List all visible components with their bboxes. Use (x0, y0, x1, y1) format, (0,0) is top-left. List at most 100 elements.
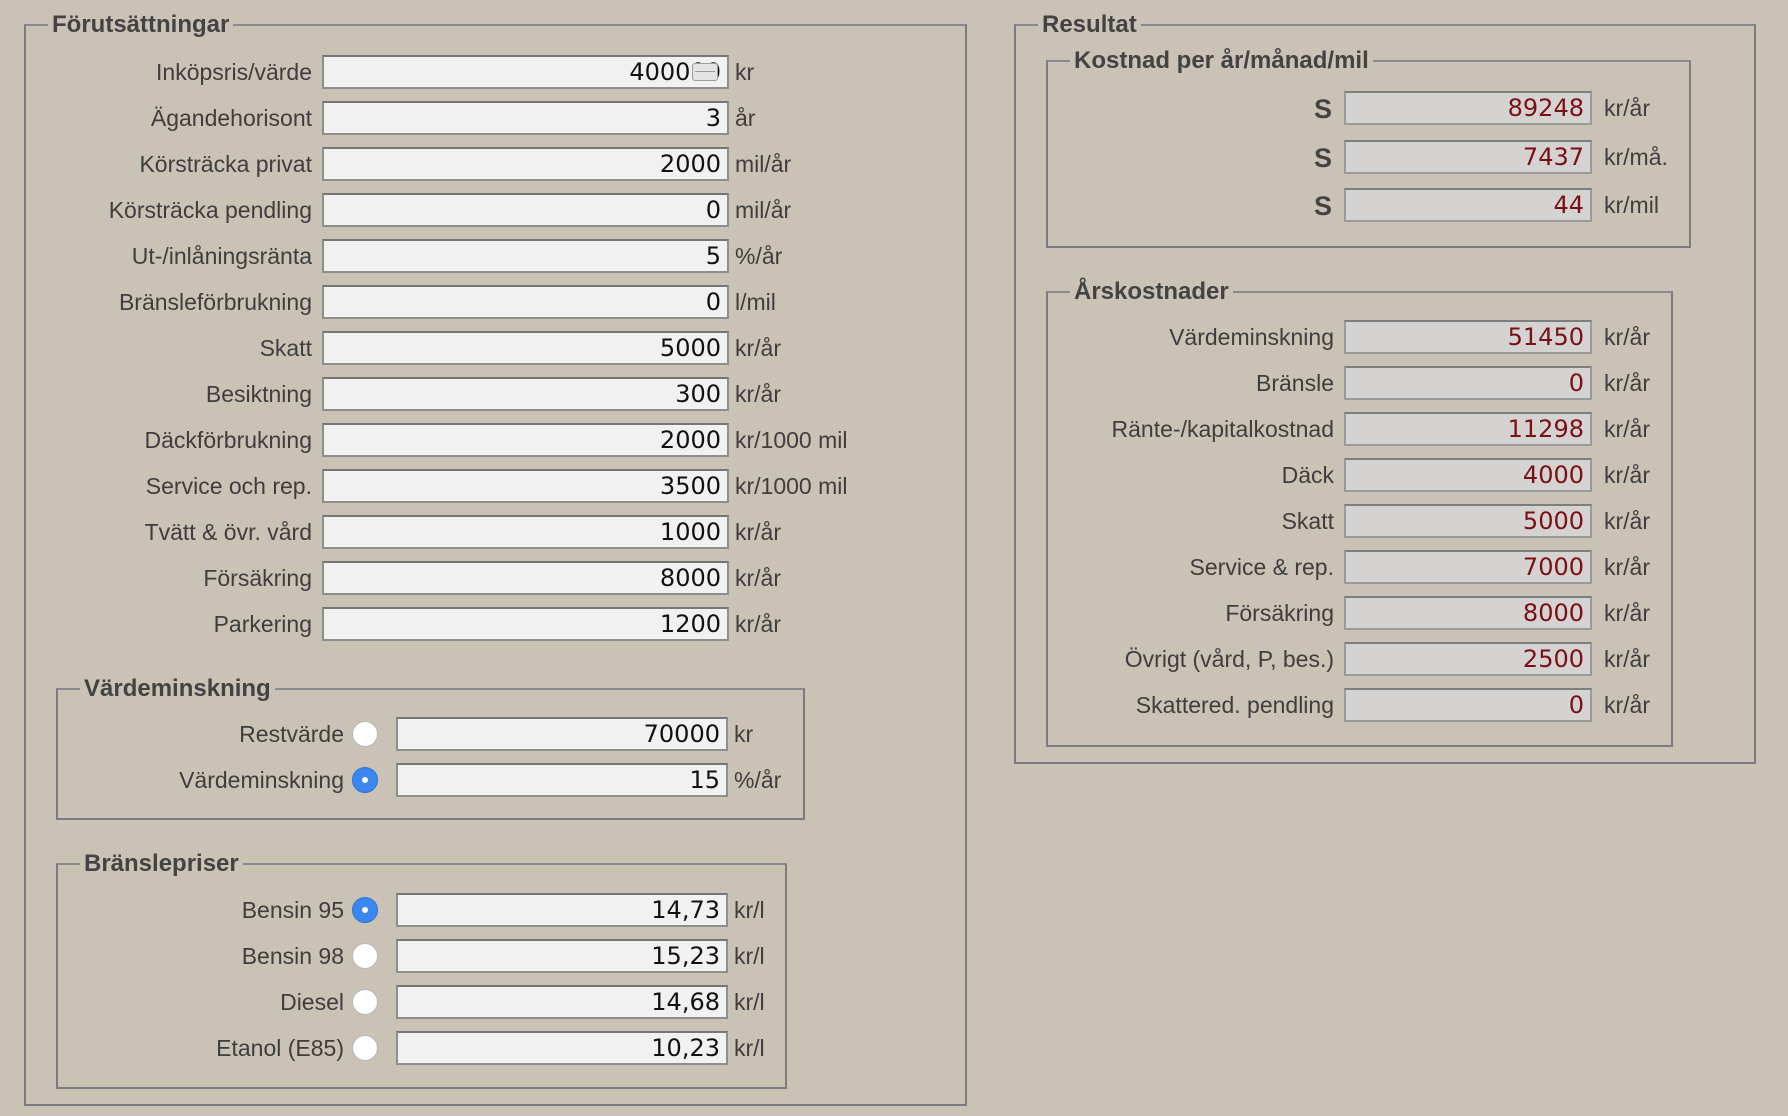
output-ars-forsakring: 8000 (1344, 596, 1592, 630)
input-dackforbrukning[interactable]: 2000 (322, 423, 729, 457)
unit-service: kr/1000 mil (735, 473, 848, 499)
spinner-icon[interactable] (692, 63, 718, 81)
unit-ars-skatt: kr/år (1604, 508, 1650, 534)
label-ars-pendling: Skattered. pendling (1135, 692, 1334, 718)
input-bensin95[interactable]: 14,73 (396, 893, 728, 927)
input-korstracka-privat[interactable]: 2000 (322, 147, 729, 181)
input-agandehorisont[interactable]: 3 (322, 101, 729, 135)
unit-kostnad-mil: kr/mil (1604, 192, 1659, 218)
unit-dackforbrukning: kr/1000 mil (735, 427, 848, 453)
label-service: Service och rep. (145, 473, 312, 499)
radio-bensin95[interactable] (352, 897, 378, 923)
label-korstracka-pendling: Körsträcka pendling (108, 197, 312, 223)
vardeminskning-fieldset: Värdeminskning (56, 675, 805, 820)
branslepriser-legend: Bränslepriser (80, 850, 243, 878)
input-vardeminskning[interactable]: 15 (396, 763, 728, 797)
label-forsakring: Försäkring (203, 565, 312, 591)
input-skatt[interactable]: 5000 (322, 331, 729, 365)
unit-ars-forsakring: kr/år (1604, 600, 1650, 626)
unit-skatt: kr/år (735, 335, 781, 361)
label-ars-forsakring: Försäkring (1225, 600, 1334, 626)
unit-kostnad-ar: kr/år (1604, 95, 1650, 121)
input-korstracka-pendling[interactable]: 0 (322, 193, 729, 227)
input-etanol[interactable]: 10,23 (396, 1031, 728, 1065)
unit-ars-vardeminskning: kr/år (1604, 324, 1650, 350)
unit-diesel: kr/l (734, 989, 765, 1015)
label-vardeminskning: Värdeminskning (179, 767, 344, 793)
input-parkering[interactable]: 1200 (322, 607, 729, 641)
label-ars-bransle: Bränsle (1256, 370, 1334, 396)
forutsattningar-legend: Förutsättningar (48, 11, 234, 39)
unit-bensin95: kr/l (734, 897, 765, 923)
label-diesel: Diesel (280, 989, 344, 1015)
unit-tvatt: kr/år (735, 519, 781, 545)
label-ars-skatt: Skatt (1281, 508, 1334, 534)
label-ranta: Ut-/inlåningsränta (131, 243, 312, 269)
sum-icon: S (1314, 143, 1333, 173)
unit-ars-ovrigt: kr/år (1604, 646, 1650, 672)
label-bransleforbrukning: Bränsleförbrukning (118, 289, 312, 315)
output-ars-skatt: 5000 (1344, 504, 1592, 538)
output-ars-bransle: 0 (1344, 366, 1592, 400)
input-inkopspris[interactable]: 400000 (322, 55, 729, 89)
unit-korstracka-privat: mil/år (735, 151, 792, 177)
label-bensin95: Bensin 95 (241, 897, 344, 923)
label-bensin98: Bensin 98 (241, 943, 344, 969)
output-kostnad-manad: 7437 (1344, 140, 1592, 174)
label-ars-ovrigt: Övrigt (vård, P, bes.) (1124, 646, 1334, 672)
label-besiktning: Besiktning (205, 381, 312, 407)
input-bensin98[interactable]: 15,23 (396, 939, 728, 973)
unit-besiktning: kr/år (735, 381, 781, 407)
radio-bensin98[interactable] (352, 943, 378, 969)
radio-vardeminskning[interactable] (352, 767, 378, 793)
unit-vardeminskning: %/år (734, 767, 782, 793)
unit-ars-dack: kr/år (1604, 462, 1650, 488)
input-ranta[interactable]: 5 (322, 239, 729, 273)
input-service[interactable]: 3500 (322, 469, 729, 503)
unit-ars-bransle: kr/år (1604, 370, 1650, 396)
unit-inkopspris: kr (735, 59, 755, 85)
input-forsakring[interactable]: 8000 (322, 561, 729, 595)
output-ars-ovrigt: 2500 (1344, 642, 1592, 676)
unit-korstracka-pendling: mil/år (735, 197, 792, 223)
arskostnader-legend: Årskostnader (1070, 278, 1233, 306)
sum-icon: S (1314, 191, 1333, 221)
label-tvatt: Tvätt & övr. vård (144, 519, 312, 545)
output-kostnad-ar: 89248 (1344, 91, 1592, 125)
input-restvarde[interactable]: 70000 (396, 717, 728, 751)
label-agandehorisont: Ägandehorisont (150, 105, 312, 131)
label-ars-vardeminskning: Värdeminskning (1169, 324, 1334, 350)
label-parkering: Parkering (213, 611, 312, 637)
label-dackforbrukning: Däckförbrukning (144, 427, 312, 453)
label-etanol: Etanol (E85) (216, 1035, 344, 1061)
unit-forsakring: kr/år (735, 565, 781, 591)
unit-bensin98: kr/l (734, 943, 765, 969)
input-besiktning[interactable]: 300 (322, 377, 729, 411)
input-bransleforbrukning[interactable]: 0 (322, 285, 729, 319)
unit-kostnad-manad: kr/må. (1604, 144, 1668, 170)
label-ars-dack: Däck (1281, 462, 1334, 488)
unit-parkering: kr/år (735, 611, 781, 637)
unit-ranta: %/år (735, 243, 783, 269)
unit-agandehorisont: år (735, 105, 756, 131)
label-korstracka-privat: Körsträcka privat (139, 151, 312, 177)
output-ars-ranta: 11298 (1344, 412, 1592, 446)
output-ars-pendling: 0 (1344, 688, 1592, 722)
label-ars-service: Service & rep. (1189, 554, 1334, 580)
unit-ars-ranta: kr/år (1604, 416, 1650, 442)
output-ars-service: 7000 (1344, 550, 1592, 584)
input-tvatt[interactable]: 1000 (322, 515, 729, 549)
radio-etanol[interactable] (352, 1035, 378, 1061)
unit-bransleforbrukning: l/mil (735, 289, 776, 315)
unit-ars-service: kr/år (1604, 554, 1650, 580)
radio-restvarde[interactable] (352, 721, 378, 747)
kostnad-legend: Kostnad per år/månad/mil (1070, 47, 1373, 75)
output-kostnad-mil: 44 (1344, 188, 1592, 222)
output-ars-vardeminskning: 51450 (1344, 320, 1592, 354)
output-ars-dack: 4000 (1344, 458, 1592, 492)
input-diesel[interactable]: 14,68 (396, 985, 728, 1019)
vardeminskning-legend: Värdeminskning (80, 675, 275, 703)
label-skatt: Skatt (259, 335, 312, 361)
radio-diesel[interactable] (352, 989, 378, 1015)
resultat-legend: Resultat (1038, 11, 1141, 39)
